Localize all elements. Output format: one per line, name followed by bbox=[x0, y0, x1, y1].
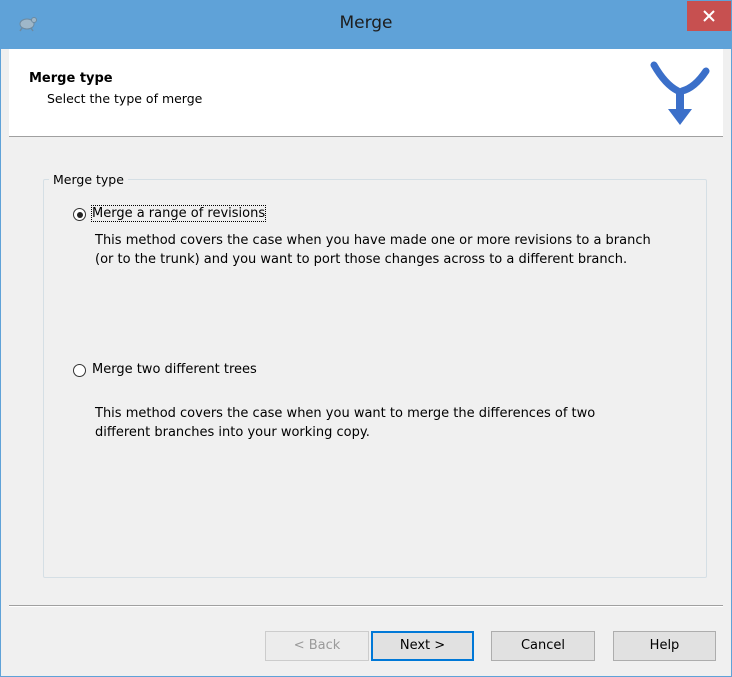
cancel-button[interactable]: Cancel bbox=[491, 631, 595, 661]
merge-dialog: Merge Merge type Select the type of merg… bbox=[0, 0, 732, 677]
footer-separator bbox=[9, 605, 723, 607]
option-label-merge-range[interactable]: Merge a range of revisions bbox=[90, 205, 267, 222]
window-title: Merge bbox=[339, 13, 393, 33]
title-bar[interactable]: Merge bbox=[1, 1, 731, 49]
groupbox-label: Merge type bbox=[49, 172, 128, 187]
merge-icon bbox=[650, 61, 710, 125]
desc-line: This method covers the case when you wan… bbox=[95, 406, 596, 421]
option-label-merge-trees[interactable]: Merge two different trees bbox=[92, 362, 257, 377]
desc-line: (or to the trunk) and you want to port t… bbox=[95, 252, 628, 267]
back-button[interactable]: < Back bbox=[265, 631, 369, 661]
radio-merge-range[interactable] bbox=[73, 208, 86, 221]
desc-line: This method covers the case when you hav… bbox=[95, 233, 651, 248]
header-title: Merge type bbox=[29, 71, 113, 86]
close-icon bbox=[703, 10, 715, 22]
option-description-merge-range: This method covers the case when you hav… bbox=[95, 231, 715, 269]
radio-merge-trees[interactable] bbox=[73, 364, 86, 377]
header-subtitle: Select the type of merge bbox=[47, 91, 203, 106]
next-button[interactable]: Next > bbox=[371, 631, 474, 661]
help-button[interactable]: Help bbox=[613, 631, 716, 661]
wizard-header: Merge type Select the type of merge bbox=[9, 49, 723, 137]
option-description-merge-trees: This method covers the case when you wan… bbox=[95, 404, 715, 442]
desc-line: different branches into your working cop… bbox=[95, 425, 370, 440]
close-button[interactable] bbox=[687, 1, 731, 31]
